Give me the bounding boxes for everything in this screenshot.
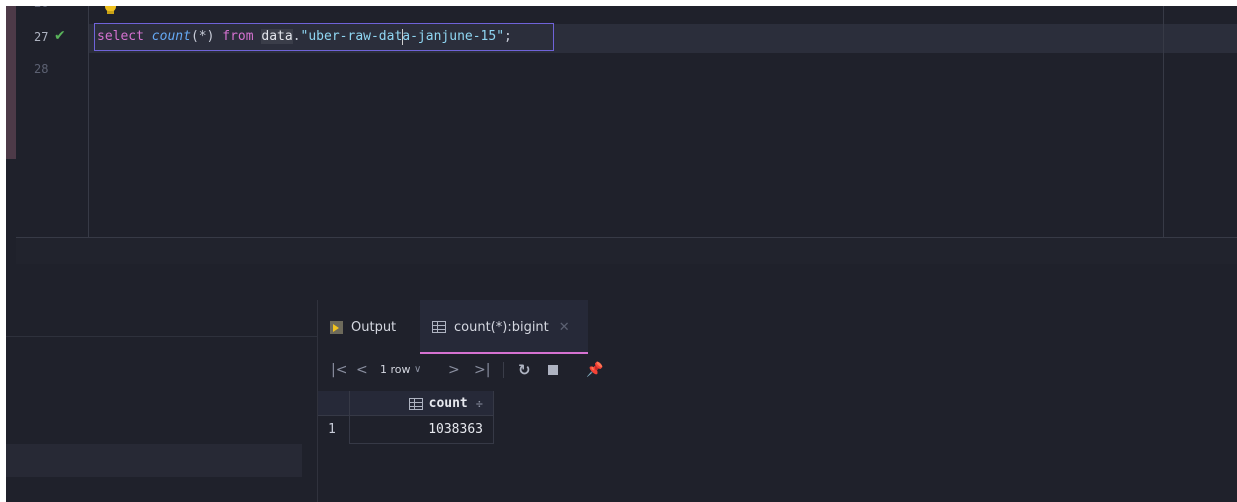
semicolon: ; [504,29,512,44]
editor-gutter: 26 27 ✔ 28 [16,6,88,238]
chevron-down-icon[interactable]: ∨ [414,358,421,382]
tab-label: count(*):bigint [454,319,549,335]
keyword-select: select [97,29,144,44]
tab-result-count[interactable]: count(*):bigint ✕ [420,300,588,354]
results-panel: Output count(*):bigint ✕ |< < 1 row ∨ > … [318,300,1237,502]
code-editor[interactable]: 26 27 ✔ 28 select count(*) from data."ub… [6,6,1237,264]
check-icon: ✔ [54,28,66,44]
sql-statement[interactable]: select count(*) from data."uber-raw-data… [97,23,512,51]
next-page-icon[interactable]: > [448,358,460,382]
left-panel-divider [6,336,317,337]
sort-icon[interactable]: ÷ [476,397,483,411]
row-count-selector[interactable]: 1 row [380,358,411,382]
left-panel-bar[interactable] [6,444,302,477]
editor-bottom-strip [16,238,1237,264]
table-row[interactable]: 1 1038363 [318,416,494,444]
function-args: (*) [190,29,215,44]
column-label: count [428,396,468,411]
keyword-from: from [222,29,254,44]
line-number: 28 [34,62,49,76]
editor-scroll-marker [6,6,16,159]
line-number: 26 [34,6,48,10]
last-page-icon[interactable]: >| [474,358,490,382]
left-panel [6,264,317,502]
close-icon[interactable]: ✕ [559,320,570,335]
column-header-count[interactable]: count ÷ [350,391,494,416]
function-count: count [151,29,191,44]
grid-header: count ÷ [318,391,494,416]
pin-icon[interactable]: 📌 [586,358,603,382]
dot: . [292,29,301,44]
row-number: 1 [318,416,350,444]
reload-icon[interactable]: ↻ [518,358,531,382]
tool-window-area: Output count(*):bigint ✕ |< < 1 row ∨ > … [6,264,1237,502]
tab-output[interactable]: Output [330,300,396,354]
lightbulb-base [107,11,114,14]
grid-corner[interactable] [318,391,350,416]
table-name-part1: "uber-raw-dat [300,29,403,44]
first-page-icon[interactable]: |< [331,358,347,382]
column-icon [408,397,423,410]
table-grid-icon [432,321,446,333]
stop-icon[interactable] [548,365,558,375]
previous-page-icon[interactable]: < [356,358,368,382]
schema-name: data [261,29,293,44]
table-name-part2: a-janjune-15" [402,29,505,44]
active-tab-underline [420,352,588,354]
cell-count-value[interactable]: 1038363 [350,416,494,444]
line-number: 27 [34,30,49,44]
output-icon [330,320,343,334]
gutter-divider [88,6,89,238]
toolbar-separator [503,362,504,378]
right-margin-guide [1163,6,1164,238]
tab-label: Output [351,319,397,335]
results-toolbar: |< < 1 row ∨ > >| ↻ 📌 [318,358,718,382]
